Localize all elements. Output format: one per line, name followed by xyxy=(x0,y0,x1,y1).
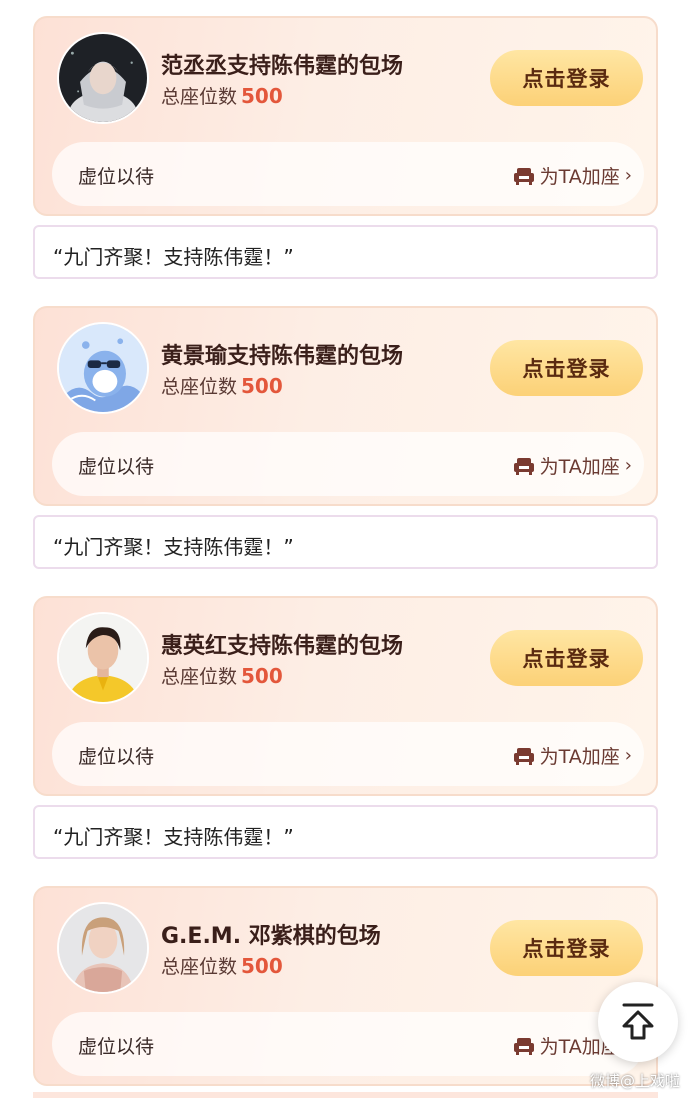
login-button[interactable]: 点击登录 xyxy=(490,340,643,396)
seat-count-label: 总座位数 xyxy=(161,376,238,398)
package-card[interactable]: G.E.M. 邓紫棋的包场 总座位数500 点击登录 虚位以待 为TA加座 › xyxy=(33,886,658,1086)
avatar-image xyxy=(59,324,147,412)
support-quote: “九门齐聚！支持陈伟霆！” xyxy=(33,225,658,279)
seat-count: 总座位数 500 xyxy=(161,82,283,109)
empty-seat-text: 虚位以待 xyxy=(78,1036,155,1058)
seat-count-label: 总座位数 xyxy=(161,666,238,688)
sofa-icon xyxy=(513,747,534,765)
watermark: 微博@上戏啦 xyxy=(589,1072,680,1090)
seat-count-label: 总座位数 xyxy=(161,86,238,108)
avatar[interactable] xyxy=(57,322,149,414)
add-seat-link[interactable]: 为TA加座 › xyxy=(513,452,632,479)
package-title: 范丞丞支持陈伟霆的包场 xyxy=(161,54,404,79)
login-button[interactable]: 点击登录 xyxy=(490,920,643,976)
seat-count-value: 500 xyxy=(241,954,283,978)
scroll-to-top-button[interactable] xyxy=(598,982,678,1062)
support-quote: “九门齐聚！支持陈伟霆！” xyxy=(33,805,658,859)
package-title: 惠英红支持陈伟霆的包场 xyxy=(161,634,404,659)
add-seat-label: 为TA加座 xyxy=(539,456,620,478)
add-seat-link[interactable]: 为TA加座 › xyxy=(513,162,632,189)
avatar[interactable] xyxy=(57,902,149,994)
seat-count: 总座位数 500 xyxy=(161,952,283,979)
seat-count: 总座位数 500 xyxy=(161,662,283,689)
support-quote: “九门齐聚！支持陈伟霆！” xyxy=(33,515,658,569)
seat-count-value: 500 xyxy=(241,664,283,688)
empty-seat-text: 虚位以待 xyxy=(78,166,155,188)
seat-bar: 虚位以待 为TA加座 › xyxy=(52,722,644,786)
avatar-image xyxy=(59,34,147,122)
add-seat-link[interactable]: 为TA加座 › xyxy=(513,742,632,769)
chevron-right-icon: › xyxy=(624,455,632,476)
package-card[interactable]: 范丞丞支持陈伟霆的包场 总座位数 500 点击登录 虚位以待 为TA加座 › xyxy=(33,16,658,216)
seat-count-label: 总座位数 xyxy=(161,956,238,978)
arrow-up-icon xyxy=(622,1003,654,1040)
login-button[interactable]: 点击登录 xyxy=(490,630,643,686)
sofa-icon xyxy=(513,457,534,475)
sofa-icon xyxy=(513,167,534,185)
avatar-image xyxy=(59,614,147,702)
chevron-right-icon: › xyxy=(624,165,632,186)
seat-count-value: 500 xyxy=(241,84,283,108)
package-title: G.E.M. 邓紫棋的包场 xyxy=(161,924,381,949)
seat-bar: 虚位以待 为TA加座 › xyxy=(52,142,644,206)
sofa-icon xyxy=(513,1037,534,1055)
chevron-right-icon: › xyxy=(624,745,632,766)
avatar[interactable] xyxy=(57,612,149,704)
avatar[interactable] xyxy=(57,32,149,124)
empty-seat-text: 虚位以待 xyxy=(78,456,155,478)
login-button[interactable]: 点击登录 xyxy=(490,50,643,106)
add-seat-label: 为TA加座 xyxy=(539,166,620,188)
package-card[interactable]: 黄景瑜支持陈伟霆的包场 总座位数 500 点击登录 虚位以待 为TA加座 › xyxy=(33,306,658,506)
seat-bar: 虚位以待 为TA加座 › xyxy=(52,432,644,496)
package-title: 黄景瑜支持陈伟霆的包场 xyxy=(161,344,404,369)
seat-count-value: 500 xyxy=(241,374,283,398)
avatar-image xyxy=(59,904,147,992)
seat-count: 总座位数 500 xyxy=(161,372,283,399)
next-card-edge xyxy=(33,1092,658,1098)
add-seat-label: 为TA加座 xyxy=(539,746,620,768)
package-card[interactable]: 惠英红支持陈伟霆的包场 总座位数 500 点击登录 虚位以待 为TA加座 › xyxy=(33,596,658,796)
seat-bar: 虚位以待 为TA加座 › xyxy=(52,1012,644,1076)
empty-seat-text: 虚位以待 xyxy=(78,746,155,768)
